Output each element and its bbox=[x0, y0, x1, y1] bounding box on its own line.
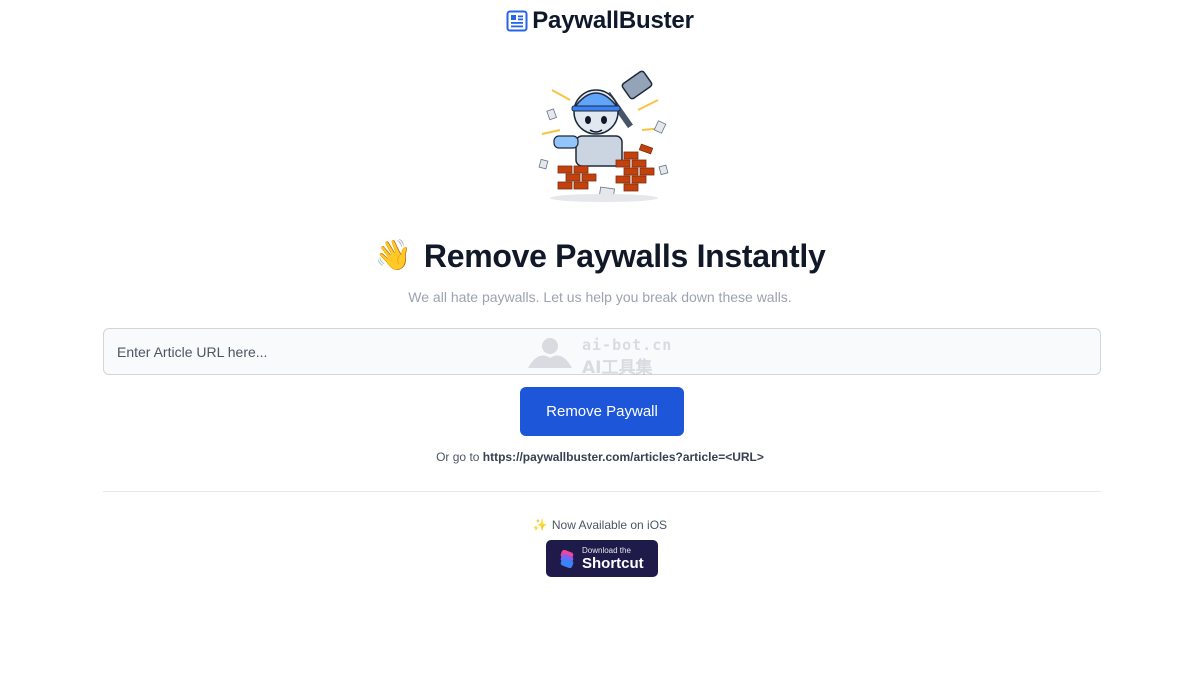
alternative-url-hint: Or go to https://paywallbuster.com/artic… bbox=[0, 450, 1200, 464]
remove-paywall-button[interactable]: Remove Paywall bbox=[520, 387, 684, 436]
shortcuts-app-icon bbox=[558, 549, 576, 568]
article-url-input[interactable] bbox=[103, 328, 1101, 375]
hammer-robot-breaking-brick-wall-image bbox=[530, 70, 678, 208]
shortcut-badge-big-text: Shortcut bbox=[582, 554, 644, 572]
download-shortcut-button[interactable]: Download the Shortcut bbox=[546, 540, 658, 577]
site-header: PaywallBuster bbox=[0, 6, 1200, 36]
shortcut-badge-text: Download the Shortcut bbox=[582, 545, 644, 572]
newspaper-icon bbox=[506, 10, 528, 32]
ios-availability-note: ✨ Now Available on iOS bbox=[0, 518, 1200, 532]
headline-text: Remove Paywalls Instantly bbox=[423, 237, 826, 274]
section-divider bbox=[103, 491, 1101, 492]
brand-name[interactable]: PaywallBuster bbox=[532, 7, 694, 35]
page-subtitle: We all hate paywalls. Let us help you br… bbox=[408, 289, 792, 305]
alt-url-prefix: Or go to bbox=[436, 450, 483, 464]
sparkle-icon: ✨ bbox=[532, 518, 548, 532]
waving-hand-icon: 👋 bbox=[374, 239, 412, 272]
page-headline: 👋 Remove Paywalls Instantly bbox=[0, 236, 1200, 276]
shortcut-badge-small-text: Download the bbox=[582, 545, 631, 555]
alt-url-pattern: https://paywallbuster.com/articles?artic… bbox=[482, 450, 764, 464]
ios-availability-text: Now Available on iOS bbox=[551, 518, 668, 532]
